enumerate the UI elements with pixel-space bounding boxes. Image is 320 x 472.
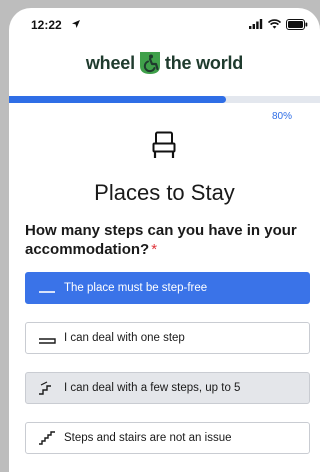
brand-word-left: wheel [85,52,135,73]
question-label: How many steps can you have in your acco… [25,221,310,259]
option-label: The place must be step-free [64,282,208,294]
required-marker: * [151,241,158,258]
one-step-icon [39,338,56,344]
app-screen: 12:22 wheel the world 80% Places to Stay… [9,8,320,472]
question-text: How many steps can you have in your acco… [25,222,297,258]
status-icons [249,18,308,30]
option-label: Steps and stairs are not an issue [64,432,232,444]
wifi-icon [268,19,281,29]
bed-icon [152,131,176,158]
option-label: I can deal with a few steps, up to 5 [64,382,241,394]
page-title: Places to Stay [94,180,235,205]
flat-line-icon [39,291,55,293]
option-few-steps[interactable]: I can deal with a few steps, up to 5 [25,372,310,404]
option-stairs-ok[interactable]: Steps and stairs are not an issue [25,422,310,454]
cellular-signal-icon [249,19,263,29]
option-label: I can deal with one step [64,332,185,344]
few-steps-icon [39,381,51,395]
option-step-free[interactable]: The place must be step-free [25,272,310,304]
location-arrow-icon [72,20,80,28]
progress-percent: 80% [271,111,292,122]
wheelchair-mark-icon [139,52,160,74]
option-one-step[interactable]: I can deal with one step [25,322,310,354]
brand-logo: wheel the world [9,48,320,78]
battery-icon [286,18,308,30]
stairs-icon [39,431,55,445]
progress-fill [9,96,226,103]
status-bar: 12:22 [9,8,320,38]
progress-bar [9,96,320,103]
status-time: 12:22 [31,18,62,32]
brand-word-right: the world [164,52,244,73]
